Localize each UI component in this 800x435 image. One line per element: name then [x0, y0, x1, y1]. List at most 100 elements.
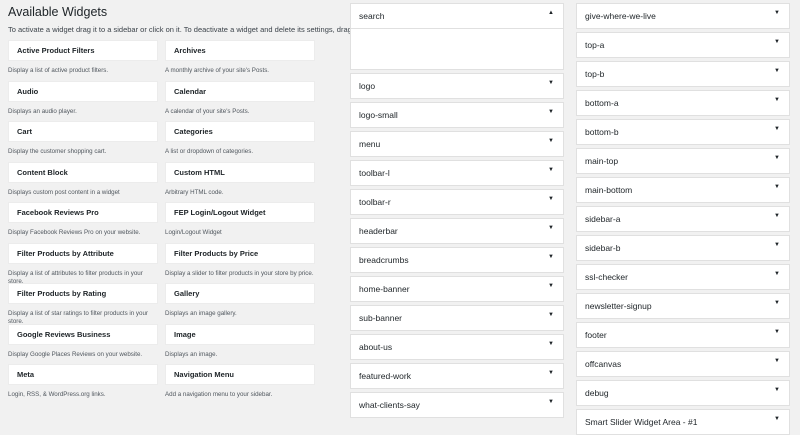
widget-title-bar[interactable]: Google Reviews Business	[8, 323, 158, 345]
widget-title-bar[interactable]: Archives	[165, 40, 315, 61]
caret-up-icon[interactable]: ▲	[548, 10, 554, 16]
widget-title-bar[interactable]: Filter Products by Attribute	[8, 242, 158, 264]
widget-title-bar[interactable]: Cart	[8, 121, 158, 142]
caret-down-icon[interactable]: ▼	[548, 167, 554, 173]
caret-down-icon[interactable]: ▼	[548, 341, 554, 347]
sidebar-about-us[interactable]: about-us ▼	[350, 334, 564, 360]
sidebar-label: top-a	[585, 40, 605, 50]
sidebar-label: Smart Slider Widget Area - #1	[585, 417, 698, 427]
caret-down-icon[interactable]: ▼	[774, 126, 780, 132]
widget-title-bar[interactable]: Gallery	[165, 283, 315, 304]
caret-down-icon[interactable]: ▼	[774, 329, 780, 335]
sidebar-label: sidebar-a	[585, 214, 621, 224]
caret-down-icon[interactable]: ▼	[774, 242, 780, 248]
widget-title-bar[interactable]: Custom HTML	[165, 161, 315, 183]
sidebar-what-clients-say[interactable]: what-clients-say ▼	[350, 392, 564, 418]
caret-down-icon[interactable]: ▼	[548, 109, 554, 115]
sidebar-drop-area[interactable]	[350, 29, 564, 70]
widget-title-bar[interactable]: Categories	[165, 121, 315, 142]
sidebar-label: headerbar	[359, 226, 398, 236]
widget-title-bar[interactable]: Filter Products by Rating	[8, 283, 158, 304]
sidebar-label: logo	[359, 81, 376, 91]
widget-item: Cart Display the customer shopping cart.	[8, 121, 158, 156]
widget-title-bar[interactable]: Filter Products by Price	[165, 242, 315, 264]
sidebar-bottom-a[interactable]: bottom-a ▼	[576, 90, 790, 116]
widget-title-bar[interactable]: Content Block	[8, 161, 158, 183]
sidebar-home-banner[interactable]: home-banner ▼	[350, 276, 564, 302]
widget-title-bar[interactable]: Active Product Filters	[8, 40, 158, 61]
sidebar-top-b[interactable]: top-b ▼	[576, 61, 790, 87]
sidebar-ssl-checker[interactable]: ssl-checker ▼	[576, 264, 790, 290]
widget-grid: Active Product Filters Display a list of …	[8, 40, 322, 405]
caret-down-icon[interactable]: ▼	[548, 283, 554, 289]
widget-item: Facebook Reviews Pro Display Facebook Rev…	[8, 202, 158, 237]
sidebar-menu[interactable]: menu ▼	[350, 131, 564, 157]
sidebar-footer[interactable]: footer ▼	[576, 322, 790, 348]
sidebar-label: menu	[359, 139, 381, 149]
caret-down-icon[interactable]: ▼	[774, 213, 780, 219]
sidebar-give-where-we-live[interactable]: give-where-we-live ▼	[576, 3, 790, 29]
caret-down-icon[interactable]: ▼	[548, 370, 554, 376]
caret-down-icon[interactable]: ▼	[548, 399, 554, 405]
sidebar-label: debug	[585, 388, 609, 398]
sidebar-logo-small[interactable]: logo-small ▼	[350, 102, 564, 128]
widget-title-bar[interactable]: Image	[165, 323, 315, 345]
caret-down-icon[interactable]: ▼	[548, 80, 554, 86]
widget-description: Add a navigation menu to your sidebar.	[165, 391, 273, 398]
widget-description: Display a slider to filter products in y…	[165, 269, 314, 277]
available-widgets-panel: Available Widgets To activate a widget d…	[0, 0, 378, 422]
widget-item: Audio Displays an audio player.	[8, 80, 158, 116]
sidebar-bottom-b[interactable]: bottom-b ▼	[576, 119, 790, 145]
caret-down-icon[interactable]: ▼	[774, 387, 780, 393]
sidebar-debug[interactable]: debug ▼	[576, 380, 790, 406]
sidebar-label: featured-work	[359, 371, 411, 381]
widget-title-bar[interactable]: Meta	[8, 364, 158, 385]
caret-down-icon[interactable]: ▼	[774, 68, 780, 74]
sidebar-offcanvas[interactable]: offcanvas ▼	[576, 351, 790, 377]
caret-down-icon[interactable]: ▼	[548, 312, 554, 318]
sidebar-sub-banner[interactable]: sub-banner ▼	[350, 305, 564, 331]
widget-title-bar[interactable]: FEP Login/Logout Widget	[165, 202, 315, 223]
sidebar-headerbar[interactable]: headerbar ▼	[350, 218, 564, 244]
sidebar-label: bottom-b	[585, 127, 619, 137]
caret-down-icon[interactable]: ▼	[774, 184, 780, 190]
widget-title-bar[interactable]: Audio	[8, 80, 158, 102]
caret-down-icon[interactable]: ▼	[774, 10, 780, 16]
caret-down-icon[interactable]: ▼	[774, 358, 780, 364]
widget-item: Archives A monthly archive of your site's…	[165, 40, 315, 75]
sidebar-label: sub-banner	[359, 313, 403, 323]
widget-description: A monthly archive of your site's Posts.	[165, 67, 270, 74]
caret-down-icon[interactable]: ▼	[774, 97, 780, 103]
sidebar-label: toolbar-l	[359, 168, 390, 178]
sidebar-toolbar-r[interactable]: toolbar-r ▼	[350, 189, 564, 215]
sidebar-logo[interactable]: logo ▼	[350, 73, 564, 99]
caret-down-icon[interactable]: ▼	[774, 300, 780, 306]
sidebar-main-top[interactable]: main-top ▼	[576, 148, 790, 174]
caret-down-icon[interactable]: ▼	[548, 254, 554, 260]
available-widgets-help: To activate a widget drag it to a sideba…	[8, 25, 378, 34]
caret-down-icon[interactable]: ▼	[774, 416, 780, 422]
caret-down-icon[interactable]: ▼	[774, 39, 780, 45]
caret-down-icon[interactable]: ▼	[548, 138, 554, 144]
widget-row: Google Reviews Business Display Google Pl…	[8, 323, 322, 365]
sidebar-smart-slider-widget-area-1[interactable]: Smart Slider Widget Area - #1 ▼	[576, 409, 790, 435]
caret-down-icon[interactable]: ▼	[548, 196, 554, 202]
widget-item: Filter Products by Price Display a slider…	[165, 242, 315, 278]
sidebar-search[interactable]: search ▲	[350, 3, 564, 29]
sidebar-sidebar-b[interactable]: sidebar-b ▼	[576, 235, 790, 261]
sidebar-featured-work[interactable]: featured-work ▼	[350, 363, 564, 389]
sidebar-top-a[interactable]: top-a ▼	[576, 32, 790, 58]
sidebar-newsletter-signup[interactable]: newsletter-signup ▼	[576, 293, 790, 319]
sidebar-toolbar-l[interactable]: toolbar-l ▼	[350, 160, 564, 186]
widget-item: Filter Products by Attribute Display a li…	[8, 242, 158, 286]
caret-down-icon[interactable]: ▼	[774, 155, 780, 161]
sidebar-sidebar-a[interactable]: sidebar-a ▼	[576, 206, 790, 232]
widget-title-bar[interactable]: Facebook Reviews Pro	[8, 202, 158, 223]
sidebar-breadcrumbs[interactable]: breadcrumbs ▼	[350, 247, 564, 273]
widget-title-bar[interactable]: Navigation Menu	[165, 364, 315, 385]
widget-title-bar[interactable]: Calendar	[165, 80, 315, 102]
caret-down-icon[interactable]: ▼	[774, 271, 780, 277]
caret-down-icon[interactable]: ▼	[548, 225, 554, 231]
sidebar-main-bottom[interactable]: main-bottom ▼	[576, 177, 790, 203]
widget-row: Content Block Displays custom post conten…	[8, 161, 322, 203]
